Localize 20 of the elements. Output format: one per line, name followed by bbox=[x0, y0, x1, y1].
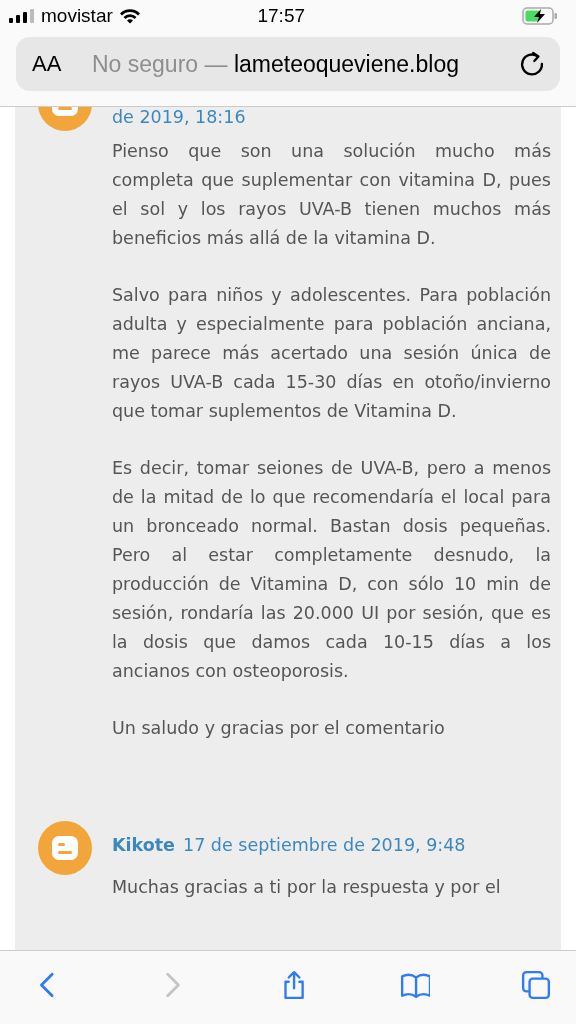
reload-icon[interactable] bbox=[518, 50, 546, 78]
url-domain: lameteoqueviene.blog bbox=[233, 50, 459, 77]
comment-paragraph: Un saludo y gracias por el comentario bbox=[112, 717, 446, 740]
comment-paragraph: Pienso que son una solución mucho más completa que suplementar con vitamina D, pues el sol y los rayos UVA-B tienen muchos más beneficios más allá de la vitamina D. bbox=[112, 140, 551, 250]
security-label: No seguro — bbox=[92, 50, 228, 77]
carrier-name: movistar bbox=[41, 5, 113, 27]
avatar-icon bbox=[38, 821, 92, 875]
tabs-icon[interactable] bbox=[521, 969, 551, 1000]
clock-time: 17:57 bbox=[256, 5, 306, 27]
address-bar[interactable]: AA No seguro — lameteoqueviene.blog bbox=[16, 37, 560, 91]
comment-paragraph: Es decir, tomar seiones de UVA-B, pero a menos de la mitad de lo que recomendaría el local para un bronceado normal. Bastan dosis pequeñas. Pero al estar completamente desnudo, la producción de Vitamina D, con sólo 10 min de sesión, rondaría las 20.000 UI por sesión, que es la dosis que damos cada 10-15 días a los ancianos con osteoporosis. bbox=[112, 457, 551, 683]
wifi-icon bbox=[118, 8, 141, 24]
comment-date-link[interactable]: 17 de septiembre de 2019, 9:48 bbox=[183, 835, 466, 865]
battery-charging-icon bbox=[522, 7, 558, 25]
comment-date-link[interactable]: de 2019, 18:16 bbox=[112, 107, 246, 129]
comment-paragraph: Salvo para niños y adolescentes. Para población adulta y especialmente para población anciana, me parece más acertado una sesión única de rayos UVA-B cada 15-30 días en otoño/invierno que tomar suplementos de Vitamina D. bbox=[112, 284, 551, 423]
comment-paragraph: Muchas gracias a ti por la respuesta y por el bbox=[112, 876, 502, 899]
author-link[interactable]: Kikote bbox=[112, 835, 175, 865]
signal-icon bbox=[9, 9, 35, 23]
text-size-button[interactable]: AA bbox=[32, 51, 92, 77]
